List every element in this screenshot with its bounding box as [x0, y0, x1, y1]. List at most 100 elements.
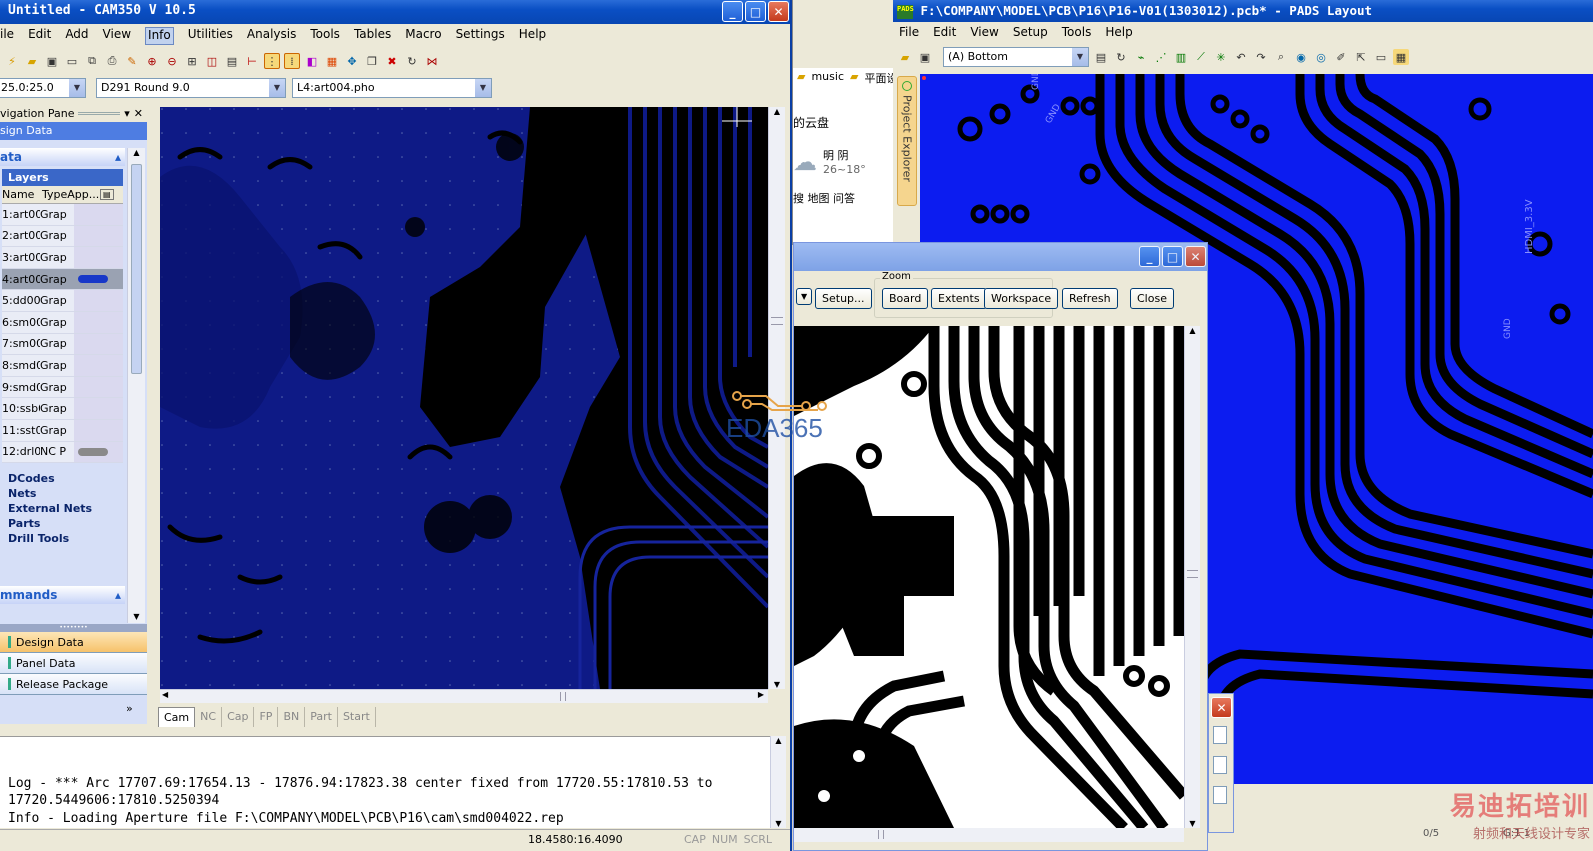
layer-color-swatch[interactable]: [74, 441, 123, 463]
scroll-up-icon[interactable]: ▲: [128, 148, 145, 162]
more-buttons-icon[interactable]: »: [126, 702, 133, 715]
pads-menu-help[interactable]: Help: [1105, 25, 1132, 41]
brush-icon[interactable]: ✐: [1333, 49, 1349, 65]
tab-nc[interactable]: NC: [195, 707, 223, 727]
menu-settings[interactable]: Settings: [456, 27, 505, 45]
pads-menu-file[interactable]: File: [899, 25, 919, 41]
preview-canvas[interactable]: [794, 326, 1184, 828]
layer-color-swatch[interactable]: [74, 355, 123, 376]
menu-ile[interactable]: ile: [0, 27, 14, 45]
export-icon[interactable]: ⇱: [1353, 49, 1369, 65]
properties-icon[interactable]: ▤: [1093, 49, 1109, 65]
pen-icon[interactable]: ✎: [124, 53, 140, 69]
preview-vscrollbar[interactable]: ▲ ▼: [1184, 326, 1200, 828]
rotate-icon[interactable]: ↻: [404, 53, 420, 69]
window-icon[interactable]: ▭: [1373, 49, 1389, 65]
tab-fp[interactable]: FP: [254, 707, 279, 727]
layer-row[interactable]: 8:smd00Grap: [2, 355, 123, 377]
zoom-window-icon[interactable]: ◫: [204, 53, 220, 69]
layer-row[interactable]: 6:sm00:Grap: [2, 311, 123, 334]
background-dialog-close[interactable]: ✕: [1211, 697, 1232, 718]
nav-link-dcodes[interactable]: DCodes: [0, 471, 125, 486]
dropdown-button[interactable]: ▼: [796, 288, 813, 305]
layer-color-swatch[interactable]: [74, 268, 123, 290]
dialog-minimize-button[interactable]: _: [1139, 246, 1160, 267]
scroll-left-icon[interactable]: ◀: [162, 690, 168, 699]
layer-row[interactable]: 2:art002Grap: [2, 225, 123, 248]
dialog-close-button[interactable]: ✕: [1185, 246, 1206, 267]
nav-link-nets[interactable]: Nets: [0, 486, 125, 501]
ecoa-icon[interactable]: ✳: [1213, 49, 1229, 65]
dimension-icon[interactable]: ⟋: [1193, 49, 1209, 65]
close-dialog-button[interactable]: Close: [1130, 288, 1174, 309]
layers-icon[interactable]: ◧: [304, 53, 320, 69]
scroll-right-icon[interactable]: ▶: [758, 690, 764, 699]
undo-icon[interactable]: ↶: [1233, 49, 1249, 65]
scroll-down-icon[interactable]: ▼: [1185, 819, 1200, 828]
menu-utilities[interactable]: Utilities: [188, 27, 233, 45]
layer-combo[interactable]: L4:art004.pho ▼: [292, 78, 492, 98]
setup-button[interactable]: Setup...: [815, 288, 872, 309]
menu-edit[interactable]: Edit: [28, 27, 51, 45]
collapse-icon[interactable]: ▴: [115, 588, 121, 602]
layer-row[interactable]: 12:drl0CNC P: [2, 441, 123, 464]
layer-color-swatch[interactable]: [74, 419, 123, 441]
cam-hscrollbar[interactable]: ◀ ▶: [160, 689, 768, 703]
pads-menu-view[interactable]: View: [970, 25, 998, 41]
browser-links[interactable]: 搜 地图 问答: [793, 176, 894, 206]
layer-color-swatch[interactable]: [74, 333, 123, 355]
scroll-down-icon[interactable]: ▼: [769, 680, 785, 689]
tab-part[interactable]: Part: [305, 707, 338, 727]
nav-close-icon[interactable]: ✕: [134, 107, 143, 120]
route-icon[interactable]: ⌁: [1133, 49, 1149, 65]
drafting-icon[interactable]: ⋰: [1153, 49, 1169, 65]
zoom-icon[interactable]: ⌕: [1273, 49, 1289, 65]
menu-macro[interactable]: Macro: [405, 27, 441, 45]
explorer-item-desktop[interactable]: 平面设: [864, 70, 894, 86]
scroll-down-icon[interactable]: ▼: [128, 612, 145, 621]
grid-icon[interactable]: ⋮: [264, 53, 280, 69]
snap-grid-icon[interactable]: ⁞: [284, 53, 300, 69]
pads-layer-combo[interactable]: (A) Bottom ▼: [943, 47, 1089, 67]
nav-button-release-package[interactable]: Release Package: [0, 674, 147, 695]
layer-color-swatch[interactable]: [74, 398, 123, 419]
preview-hscrollbar[interactable]: [794, 828, 1184, 842]
layer-row[interactable]: 5:dd001Grap: [2, 290, 123, 312]
scroll-up-icon[interactable]: ▲: [769, 107, 785, 116]
delete-icon[interactable]: ✖: [384, 53, 400, 69]
layer-color-swatch[interactable]: [74, 225, 123, 247]
explorer-item-music[interactable]: music: [811, 70, 844, 86]
pads-menu-tools[interactable]: Tools: [1062, 25, 1092, 41]
save-icon[interactable]: ▣: [917, 49, 933, 65]
mirror-icon[interactable]: ⋈: [424, 53, 440, 69]
layer-row[interactable]: 7:sm004Grap: [2, 333, 123, 356]
log-scrollbar[interactable]: ▲ ▼: [770, 736, 786, 828]
minimize-button[interactable]: _: [722, 1, 743, 22]
align-icon[interactable]: ⊢: [244, 53, 260, 69]
layer-color-swatch[interactable]: [74, 247, 123, 268]
scroll-up-icon[interactable]: ▲: [771, 736, 786, 745]
cam-canvas[interactable]: [160, 107, 768, 689]
scroll-down-icon[interactable]: ▼: [771, 819, 786, 828]
menu-tools[interactable]: Tools: [310, 27, 340, 45]
new-icon[interactable]: ▭: [64, 53, 80, 69]
nav-button-panel-data[interactable]: Panel Data: [0, 653, 147, 674]
save-icon[interactable]: ▣: [44, 53, 60, 69]
layer-row[interactable]: 3:art003Grap: [2, 247, 123, 269]
layer-row[interactable]: 11:sst0(Grap: [2, 419, 123, 442]
view2-icon[interactable]: ◎: [1313, 49, 1329, 65]
report-icon[interactable]: ▦: [1393, 49, 1409, 65]
maximize-button[interactable]: □: [745, 1, 766, 22]
col-name[interactable]: Name: [2, 188, 38, 201]
nav-link-external-nets[interactable]: External Nets: [0, 501, 125, 516]
zoom-all-icon[interactable]: ▤: [224, 53, 240, 69]
nav-link-drill-tools[interactable]: Drill Tools: [0, 531, 125, 546]
menu-add[interactable]: Add: [65, 27, 88, 45]
pads-menu-edit[interactable]: Edit: [933, 25, 956, 41]
collapse-icon[interactable]: ▴: [115, 150, 121, 164]
duplicate-icon[interactable]: ❐: [364, 53, 380, 69]
zoom-workspace-button[interactable]: Workspace: [984, 288, 1059, 309]
open-folder-icon[interactable]: ▰: [897, 49, 913, 65]
zoom-out-icon[interactable]: ⊖: [164, 53, 180, 69]
refresh-icon[interactable]: ↻: [1113, 49, 1129, 65]
